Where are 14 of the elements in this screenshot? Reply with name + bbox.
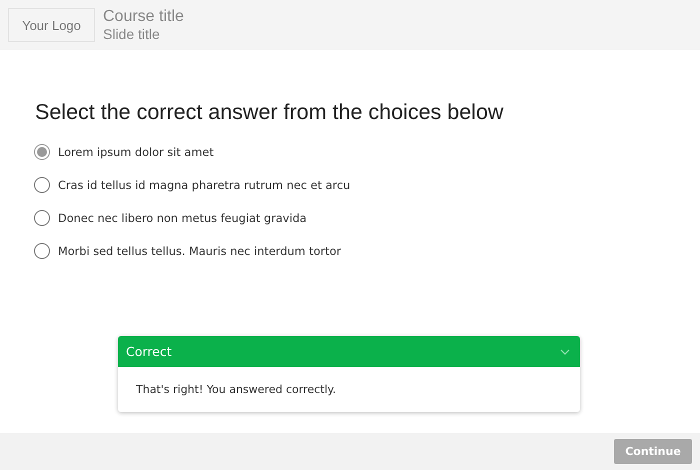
feedback-message: That's right! You answered correctly. bbox=[136, 383, 336, 396]
radio-button[interactable] bbox=[34, 144, 50, 160]
choice-label[interactable]: Lorem ipsum dolor sit amet bbox=[58, 146, 214, 158]
radio-button[interactable] bbox=[34, 177, 50, 193]
choice-label[interactable]: Morbi sed tellus tellus. Mauris nec interdum tortor bbox=[58, 244, 342, 258]
logo-text: Your Logo bbox=[22, 18, 81, 32]
course-title: Course title bbox=[103, 9, 184, 25]
choice-label[interactable]: Cras id tellus id magna pharetra rutrum nec et arcu bbox=[58, 178, 350, 192]
question-text: Select the correct answer from the choices below bbox=[35, 100, 504, 125]
choice-label[interactable]: Donec nec libero non metus feugiat gravida bbox=[58, 212, 307, 224]
slide-title: Slide title bbox=[103, 27, 161, 41]
feedback-title: Correct bbox=[126, 344, 172, 359]
radio-button[interactable] bbox=[34, 243, 50, 259]
radio-button[interactable] bbox=[34, 210, 50, 226]
